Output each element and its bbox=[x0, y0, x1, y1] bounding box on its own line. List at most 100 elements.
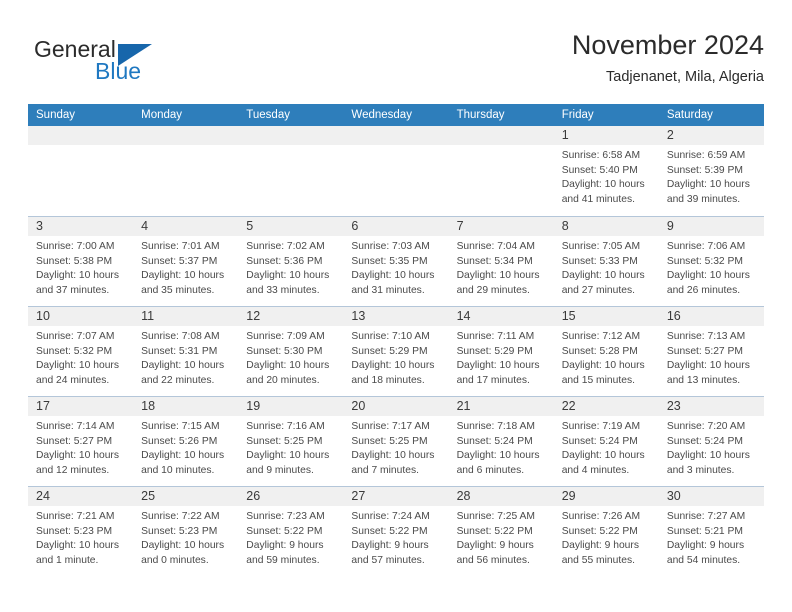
calendar-day-cell[interactable]: 14 Sunrise: 7:11 AM Sunset: 5:29 PM Dayligh… bbox=[448, 307, 554, 396]
day-detail-line: Sunrise: 7:17 AM bbox=[351, 421, 430, 432]
calendar-day-cell[interactable]: 15 Sunrise: 7:12 AM Sunset: 5:28 PM Dayligh… bbox=[553, 307, 659, 396]
day-detail-line: Daylight: 10 hours bbox=[141, 360, 225, 372]
day-detail-line: Sunset: 5:23 PM bbox=[141, 525, 218, 537]
day-detail-line: Sunset: 5:22 PM bbox=[351, 525, 428, 537]
calendar-day-cell[interactable]: 4 Sunrise: 7:01 AM Sunset: 5:37 PM Daylight… bbox=[133, 217, 239, 306]
day-detail-line: Sunrise: 7:16 AM bbox=[246, 421, 325, 432]
day-number-band: 17 bbox=[28, 397, 134, 416]
calendar-day-cell[interactable]: 17 Sunrise: 7:14 AM Sunset: 5:27 PM Dayligh… bbox=[28, 397, 134, 486]
day-number: 29 bbox=[561, 489, 576, 503]
day-number: 30 bbox=[666, 489, 681, 503]
day-detail-line: and 24 minutes. bbox=[36, 374, 110, 386]
day-detail-line: Sunset: 5:25 PM bbox=[246, 435, 323, 447]
day-detail-line: Daylight: 9 hours bbox=[561, 540, 639, 552]
day-number: 28 bbox=[456, 489, 471, 503]
day-details: Sunrise: 7:15 AM Sunset: 5:26 PM Daylight:… bbox=[133, 416, 238, 478]
day-detail-line: and 37 minutes. bbox=[36, 284, 110, 296]
day-details: Sunrise: 7:19 AM Sunset: 5:24 PM Daylight:… bbox=[554, 416, 659, 478]
day-detail-line: Daylight: 10 hours bbox=[36, 540, 119, 552]
calendar-day-cell[interactable]: 1 Sunrise: 6:58 AM Sunset: 5:40 PM Daylight… bbox=[553, 126, 659, 216]
calendar-day-cell[interactable]: 13 Sunrise: 7:10 AM Sunset: 5:29 PM Dayligh… bbox=[343, 307, 449, 396]
day-number: 11 bbox=[141, 309, 155, 323]
weekday-header-friday: Friday bbox=[561, 109, 594, 121]
day-detail-line: and 57 minutes. bbox=[351, 554, 425, 566]
day-detail-line: Daylight: 10 hours bbox=[456, 450, 540, 462]
day-detail-line: Daylight: 10 hours bbox=[666, 450, 750, 462]
day-detail-line: and 6 minutes. bbox=[456, 464, 525, 476]
calendar-day-cell[interactable]: 27 Sunrise: 7:24 AM Sunset: 5:22 PM Dayligh… bbox=[343, 487, 449, 576]
day-detail-line: Daylight: 10 hours bbox=[36, 270, 119, 282]
day-detail-line: Sunset: 5:22 PM bbox=[246, 525, 323, 537]
day-details: Sunrise: 7:11 AM Sunset: 5:29 PM Daylight:… bbox=[449, 326, 554, 388]
calendar-day-cell[interactable]: 11 Sunrise: 7:08 AM Sunset: 5:31 PM Dayligh… bbox=[133, 307, 239, 396]
day-detail-line: Daylight: 10 hours bbox=[666, 270, 750, 282]
calendar-day-cell[interactable]: 19 Sunrise: 7:16 AM Sunset: 5:25 PM Dayligh… bbox=[238, 397, 344, 486]
day-detail-line: and 4 minutes. bbox=[561, 464, 630, 476]
day-detail-line: Sunrise: 7:10 AM bbox=[351, 331, 430, 342]
day-detail-line: Sunset: 5:29 PM bbox=[456, 345, 533, 357]
day-detail-line: Daylight: 10 hours bbox=[351, 360, 435, 372]
calendar-day-cell[interactable]: 5 Sunrise: 7:02 AM Sunset: 5:36 PM Daylight… bbox=[238, 217, 344, 306]
calendar-day-cell[interactable]: 29 Sunrise: 7:26 AM Sunset: 5:22 PM Dayligh… bbox=[553, 487, 659, 576]
calendar-day-cell[interactable]: 3 Sunrise: 7:00 AM Sunset: 5:38 PM Daylight… bbox=[28, 217, 134, 306]
day-detail-line: Sunrise: 7:13 AM bbox=[666, 331, 746, 342]
day-number: 13 bbox=[351, 309, 366, 323]
day-detail-line: Sunset: 5:40 PM bbox=[561, 164, 638, 176]
day-detail-line: Sunrise: 7:24 AM bbox=[351, 511, 430, 522]
calendar-day-cell[interactable]: 6 Sunrise: 7:03 AM Sunset: 5:35 PM Daylight… bbox=[343, 217, 449, 306]
day-detail-line: Sunrise: 7:07 AM bbox=[36, 331, 115, 342]
weekday-header-wednesday: Wednesday bbox=[351, 109, 412, 121]
day-number: 3 bbox=[36, 219, 43, 233]
day-detail-line: and 54 minutes. bbox=[666, 554, 741, 566]
calendar-day-cell[interactable]: 30 Sunrise: 7:27 AM Sunset: 5:21 PM Dayligh… bbox=[658, 487, 764, 576]
day-number-band: 24 bbox=[28, 487, 134, 506]
calendar-day-cell[interactable]: 25 Sunrise: 7:22 AM Sunset: 5:23 PM Dayligh… bbox=[133, 487, 239, 576]
calendar-day-cell[interactable]: 18 Sunrise: 7:15 AM Sunset: 5:26 PM Dayligh… bbox=[133, 397, 239, 486]
day-details: Sunrise: 7:18 AM Sunset: 5:24 PM Daylight:… bbox=[449, 416, 554, 478]
day-detail-line: and 39 minutes. bbox=[666, 193, 741, 205]
day-detail-line: Sunset: 5:28 PM bbox=[561, 345, 638, 357]
calendar-day-cell[interactable]: 22 Sunrise: 7:19 AM Sunset: 5:24 PM Dayligh… bbox=[553, 397, 659, 486]
calendar-day-cell[interactable]: 7 Sunrise: 7:04 AM Sunset: 5:34 PM Daylight… bbox=[448, 217, 554, 306]
calendar-day-cell[interactable]: 28 Sunrise: 7:25 AM Sunset: 5:22 PM Dayligh… bbox=[448, 487, 554, 576]
calendar-day-cell[interactable]: 21 Sunrise: 7:18 AM Sunset: 5:24 PM Dayligh… bbox=[448, 397, 554, 486]
day-details: Sunrise: 7:27 AM Sunset: 5:21 PM Daylight:… bbox=[659, 506, 764, 568]
day-number-band: 13 bbox=[343, 307, 449, 326]
day-number: 1 bbox=[561, 128, 569, 142]
day-detail-line: Daylight: 9 hours bbox=[456, 540, 534, 552]
calendar-day-cell[interactable]: 10 Sunrise: 7:07 AM Sunset: 5:32 PM Dayligh… bbox=[28, 307, 134, 396]
day-number-band: 21 bbox=[448, 397, 554, 416]
calendar-day-cell[interactable]: 9 Sunrise: 7:06 AM Sunset: 5:32 PM Daylight… bbox=[658, 217, 764, 306]
day-number-band bbox=[448, 126, 554, 145]
calendar-week-row: 24 Sunrise: 7:21 AM Sunset: 5:23 PM Dayligh… bbox=[28, 486, 764, 576]
calendar-day-cell[interactable]: 24 Sunrise: 7:21 AM Sunset: 5:23 PM Dayligh… bbox=[28, 487, 134, 576]
calendar-day-cell[interactable]: 8 Sunrise: 7:05 AM Sunset: 5:33 PM Daylight… bbox=[553, 217, 659, 306]
day-number: 8 bbox=[561, 219, 569, 233]
calendar-day-cell[interactable]: 16 Sunrise: 7:13 AM Sunset: 5:27 PM Dayligh… bbox=[658, 307, 764, 396]
day-number-band: 1 bbox=[553, 126, 659, 145]
day-detail-line: Daylight: 10 hours bbox=[351, 450, 435, 462]
day-detail-line: Sunset: 5:23 PM bbox=[36, 525, 113, 537]
day-number-band bbox=[343, 126, 449, 145]
day-number-band bbox=[238, 126, 344, 145]
calendar-day-cell[interactable]: 2 Sunrise: 6:59 AM Sunset: 5:39 PM Daylight… bbox=[658, 126, 764, 216]
calendar-day-cell[interactable]: 20 Sunrise: 7:17 AM Sunset: 5:25 PM Dayligh… bbox=[343, 397, 449, 486]
day-number: 27 bbox=[351, 489, 366, 503]
page-title: November 2024 bbox=[571, 30, 764, 60]
day-detail-line: Sunrise: 7:04 AM bbox=[456, 241, 535, 252]
general-blue-logo[interactable]: General Blue bbox=[34, 36, 214, 88]
day-detail-line: and 15 minutes. bbox=[561, 374, 635, 386]
day-details: Sunrise: 7:25 AM Sunset: 5:22 PM Daylight:… bbox=[449, 506, 554, 568]
calendar-day-cell[interactable]: 23 Sunrise: 7:20 AM Sunset: 5:24 PM Dayligh… bbox=[658, 397, 764, 486]
calendar-day-cell[interactable]: 26 Sunrise: 7:23 AM Sunset: 5:22 PM Dayligh… bbox=[238, 487, 344, 576]
day-number: 14 bbox=[456, 309, 471, 323]
day-detail-line: and 7 minutes. bbox=[351, 464, 419, 476]
day-detail-line: Sunset: 5:34 PM bbox=[456, 255, 533, 267]
calendar-page: General Blue November 2024 Tadjenanet, M… bbox=[0, 0, 792, 612]
day-number: 16 bbox=[666, 309, 681, 323]
day-detail-line: Sunrise: 7:20 AM bbox=[666, 421, 746, 432]
day-detail-line: Daylight: 10 hours bbox=[561, 179, 645, 191]
calendar-day-cell[interactable]: 12 Sunrise: 7:09 AM Sunset: 5:30 PM Dayligh… bbox=[238, 307, 344, 396]
calendar-grid: Sunday Monday Tuesday Wednesday Thursday Frid… bbox=[28, 104, 764, 576]
day-detail-line: Sunrise: 7:22 AM bbox=[141, 511, 220, 522]
